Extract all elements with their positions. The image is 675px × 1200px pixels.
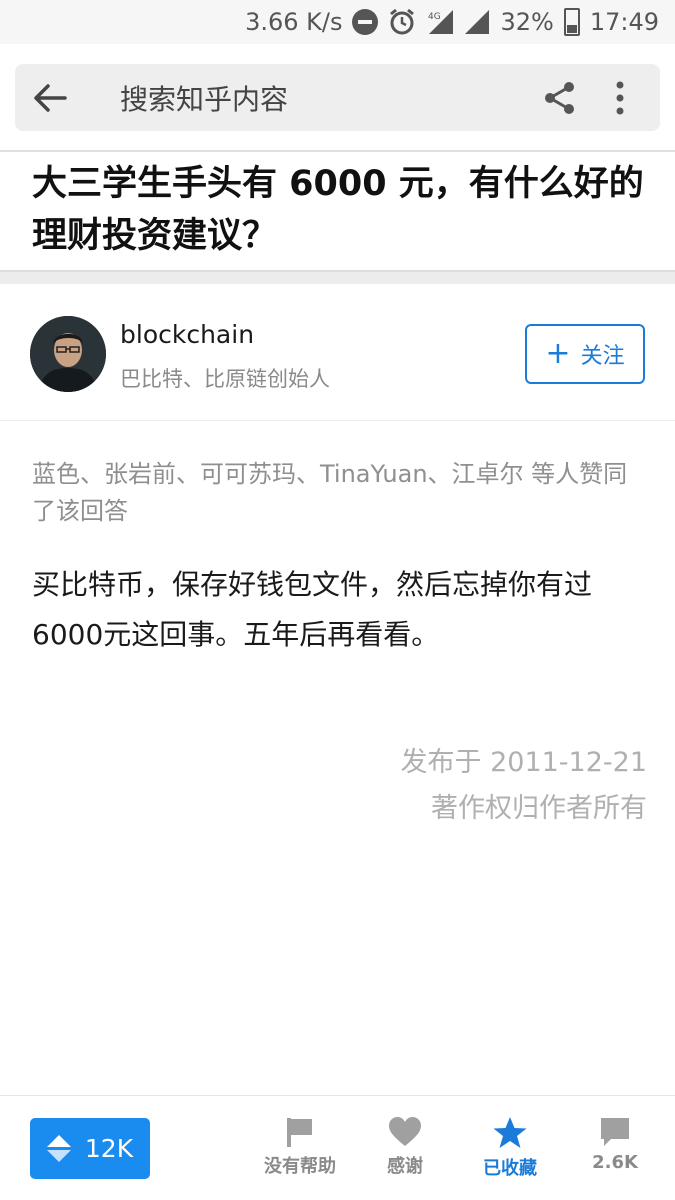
follow-label: 关注 [580,344,625,369]
copyright-notice: 著作权归作者所有 [431,793,647,824]
voters-summary[interactable]: 蓝色、张岩前、可可苏玛、TinaYuan、江卓尔 等人赞同了该回答 [32,456,647,530]
publish-date: 发布于 2011-12-21 [400,747,648,778]
comment-icon [601,1118,629,1146]
favorited-label: 已收藏 [483,1158,537,1179]
answer-meta: 发布于 2011-12-21 著作权归作者所有 [401,740,648,832]
search-input[interactable]: 搜索知乎内容 [85,78,530,118]
back-button[interactable] [15,64,85,131]
section-divider [0,270,675,284]
comment-count: 2.6K [592,1152,638,1173]
bottom-action-bar: 12K 没有帮助 感谢 已收藏 2.6K [0,1095,675,1200]
star-icon [493,1117,527,1148]
do-not-disturb-icon [352,9,379,35]
avatar[interactable] [30,316,106,392]
favorite-button[interactable]: 已收藏 [460,1116,560,1186]
search-bar[interactable]: 搜索知乎内容 [15,64,660,131]
clock: 17:49 [589,8,659,36]
thanks-button[interactable]: 感谢 [355,1116,455,1186]
network-speed: 3.66 K/s [245,8,343,36]
top-bar: 搜索知乎内容 [0,44,675,150]
vote-arrows-icon [46,1135,71,1162]
author-bio: 巴比特、比原链创始人 [120,367,330,391]
share-icon [545,81,574,114]
vote-count: 12K [84,1134,134,1163]
battery-icon [563,8,580,36]
network-type: 4G [428,12,441,22]
author-name[interactable]: blockchain [120,320,254,349]
comment-button[interactable]: 2.6K [565,1116,665,1186]
no-help-button[interactable]: 没有帮助 [250,1116,350,1186]
follow-button[interactable]: + 关注 [525,324,645,384]
share-button[interactable] [530,64,590,131]
status-bar: 3.66 K/s 4G 32% 17:49 [0,0,675,44]
more-options-button[interactable] [590,64,650,131]
back-arrow-icon [34,83,67,112]
divider [0,150,675,152]
avatar-image [30,316,106,392]
battery-percent: 32% [500,8,554,36]
answer-content: 买比特币，保存好钱包文件，然后忘掉你有过6000元这回事。五年后再看看。 [32,568,593,651]
more-vertical-icon [616,81,624,114]
upvote-button[interactable]: 12K [30,1118,150,1179]
question-title[interactable]: 大三学生手头有 6000 元，有什么好的理财投资建议？ [32,158,652,262]
author-card: blockchain 巴比特、比原链创始人 + 关注 [0,284,675,421]
no-help-label: 没有帮助 [264,1156,336,1177]
signal-4g-icon: 4G [426,9,454,35]
signal-icon [464,9,490,35]
plus-icon: + [545,336,571,371]
alarm-icon [388,8,416,36]
thanks-label: 感谢 [387,1156,423,1177]
flag-icon [287,1118,312,1147]
heart-icon [389,1117,421,1146]
